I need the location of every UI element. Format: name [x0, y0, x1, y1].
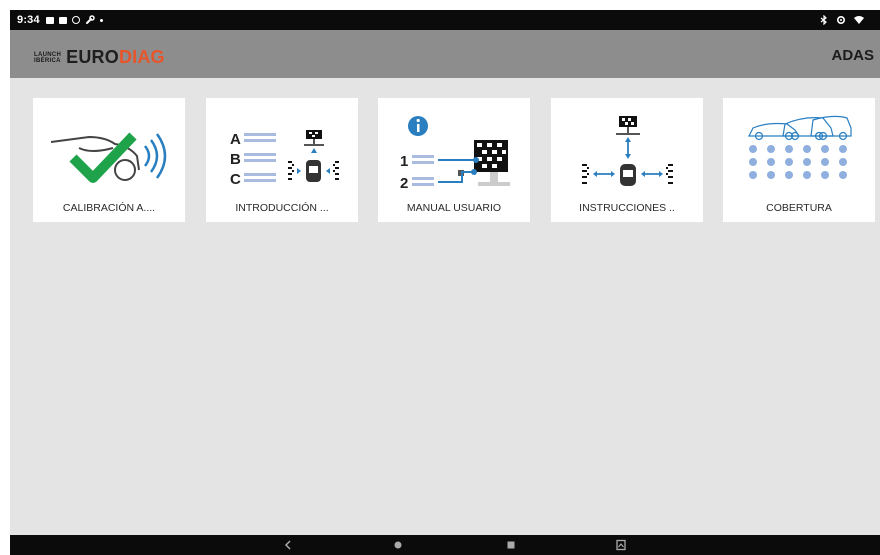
logo-line-iberica: IBÉRICA: [34, 57, 61, 64]
svg-text:1: 1: [400, 153, 408, 170]
svg-text:2: 2: [400, 175, 408, 192]
back-icon[interactable]: [281, 538, 295, 552]
status-time: 9:34: [17, 14, 40, 26]
svg-text:C: C: [230, 171, 241, 188]
status-left-icons: [45, 15, 103, 25]
info-manual-icon: 1 2: [400, 116, 510, 192]
home-icon[interactable]: [391, 538, 405, 552]
image-icon: [45, 16, 54, 24]
tile-calibracion[interactable]: CALIBRACIÓN A....: [33, 98, 185, 222]
tile-label: INSTRUCCIONES ..: [579, 202, 675, 214]
svg-text:B: B: [230, 151, 241, 168]
abc-list-target-icon: A B C: [230, 130, 339, 188]
logo-brand-euro: EURO: [66, 47, 119, 67]
car-check-signal-icon: [50, 132, 167, 183]
logo-line-launch: LAUNCH: [34, 51, 62, 58]
wifi-icon: [854, 16, 864, 24]
recents-icon[interactable]: [504, 538, 518, 552]
tile-label: MANUAL USUARIO: [406, 202, 502, 214]
tile-cobertura[interactable]: COBERTURA: [723, 98, 875, 222]
settings-icon: [71, 16, 80, 24]
logo-subtitle: LAUNCH IBÉRICA: [34, 52, 61, 64]
bluetooth-icon: [820, 15, 827, 25]
wrench-icon: [85, 15, 95, 24]
status-right-icons: [820, 15, 864, 25]
svg-text:A: A: [230, 131, 241, 148]
app-bar: LAUNCH IBÉRICA EURO DIAG ADAS: [10, 30, 880, 78]
dot-icon: [99, 18, 103, 22]
tile-introduccion[interactable]: A B C INTRODUCCIÓN ...: [206, 98, 358, 222]
tile-label: CALIBRACIÓN A....: [62, 202, 156, 214]
tile-instrucciones[interactable]: INSTRUCCIONES ..: [551, 98, 703, 222]
logo-brand-diag: DIAG: [118, 47, 165, 67]
page-title: ADAS: [831, 47, 874, 64]
vehicle-coverage-icon: [748, 115, 852, 179]
instructions-layout-icon: [582, 116, 673, 186]
status-bar: 9:34: [10, 10, 880, 30]
screenshot-icon[interactable]: [614, 538, 628, 552]
system-nav-bar: [10, 535, 880, 555]
eurodiag-logo: LAUNCH IBÉRICA EURO DIAG: [34, 47, 165, 68]
tile-label: COBERTURA: [766, 202, 832, 214]
device-screen: 9:34 LAUNCH IBÉRICA EURO DIAG ADAS CALIB…: [10, 10, 880, 555]
tile-manual-usuario[interactable]: 1 2 MANUAL USUARIO: [378, 98, 530, 222]
tile-label: INTRODUCCIÓN ...: [235, 202, 329, 214]
gallery-icon: [58, 16, 67, 24]
location-icon: [836, 15, 846, 25]
